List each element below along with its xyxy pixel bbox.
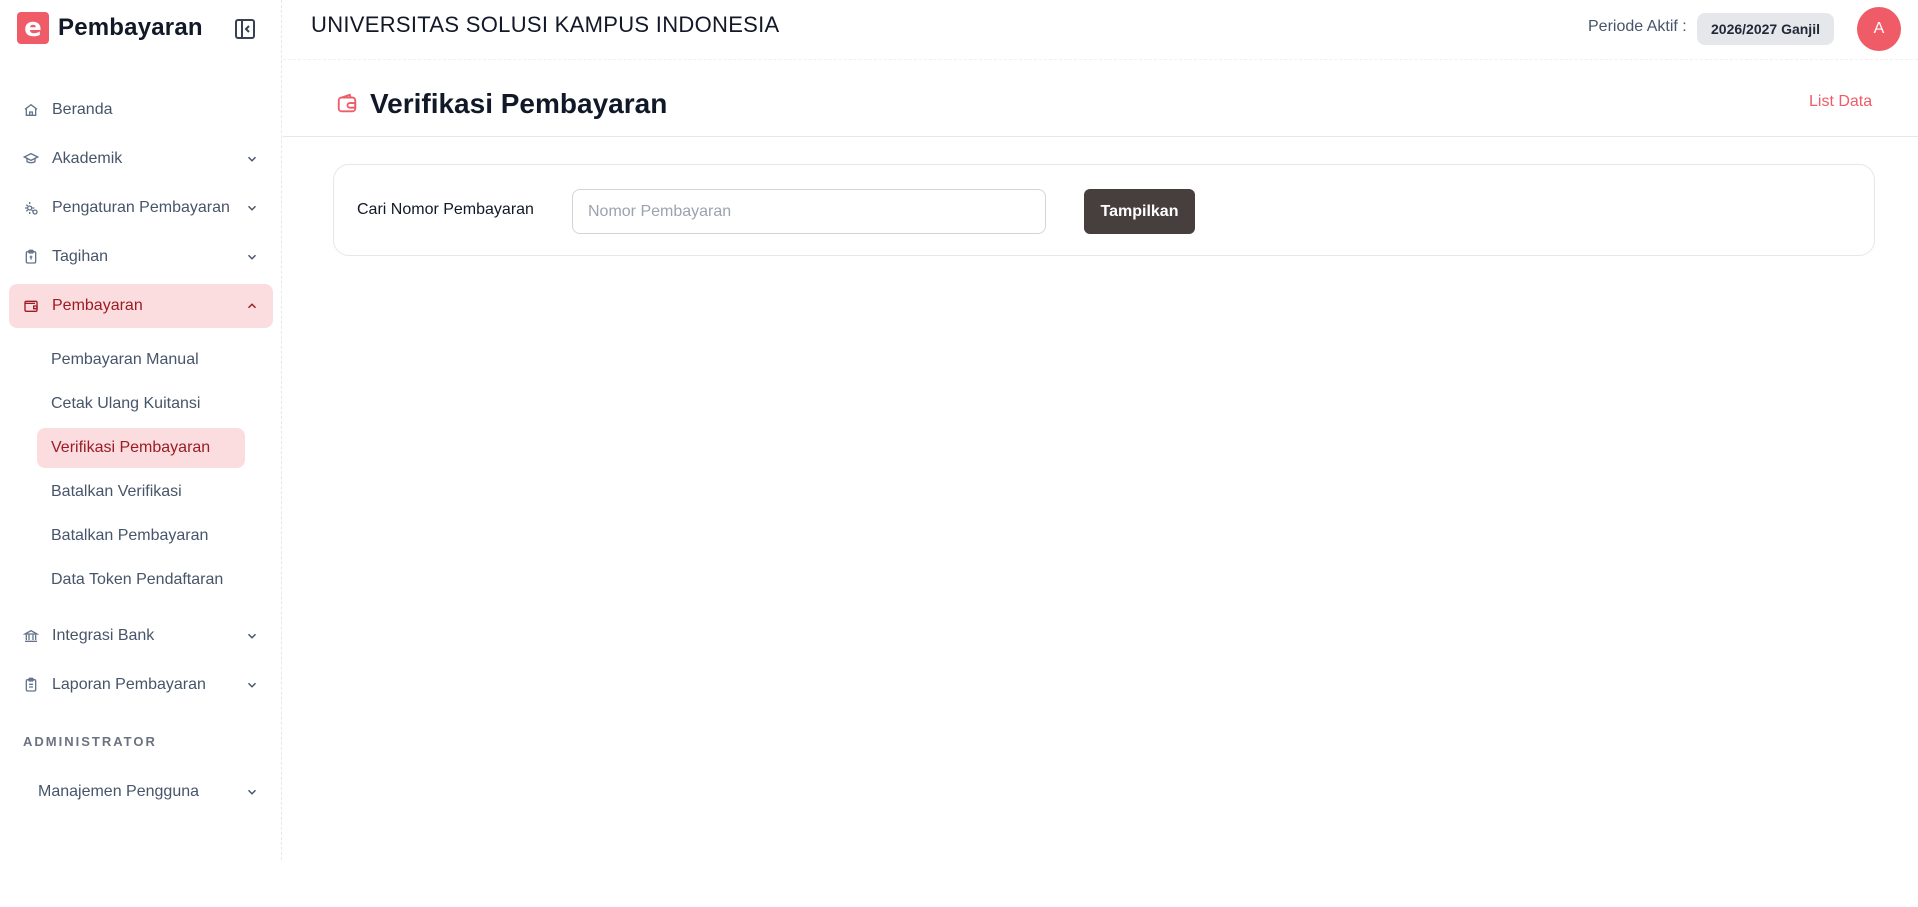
periode-label: Periode Aktif : xyxy=(1588,18,1687,35)
report-icon xyxy=(23,677,39,693)
brand[interactable]: e Pembayaran xyxy=(17,12,203,44)
submenu-item-batalkan-pembayaran[interactable]: Batalkan Pembayaran xyxy=(37,516,245,556)
periode-badge: 2026/2027 Ganjil xyxy=(1697,13,1834,45)
submenu-item-cetak-ulang-kuitansi[interactable]: Cetak Ulang Kuitansi xyxy=(37,384,245,424)
sidebar-item-label: Akademik xyxy=(52,150,123,167)
chevron-down-icon xyxy=(245,629,259,643)
sidebar-collapse-icon[interactable] xyxy=(233,17,257,41)
submenu-item-label: Data Token Pendaftaran xyxy=(51,571,224,588)
chevron-down-icon xyxy=(245,678,259,692)
clipboard-icon xyxy=(23,249,39,265)
submenu-item-pembayaran-manual[interactable]: Pembayaran Manual xyxy=(37,340,245,380)
chevron-up-icon xyxy=(245,299,259,313)
sidebar: e Pembayaran Beranda Akademik Pengaturan… xyxy=(0,0,282,860)
chevron-down-icon xyxy=(245,785,259,799)
submenu-item-label: Batalkan Verifikasi xyxy=(51,483,182,500)
submenu-item-data-token-pendaftaran[interactable]: Data Token Pendaftaran xyxy=(37,560,245,600)
sidebar-item-integrasi-bank[interactable]: Integrasi Bank xyxy=(9,614,273,658)
wallet-icon xyxy=(336,93,358,115)
wallet-icon xyxy=(23,298,39,314)
sidebar-item-pembayaran[interactable]: Pembayaran xyxy=(9,284,273,328)
sidebar-item-akademik[interactable]: Akademik xyxy=(9,137,273,181)
sidebar-item-tagihan[interactable]: Tagihan xyxy=(9,235,273,279)
university-name: UNIVERSITAS SOLUSI KAMPUS INDONESIA xyxy=(311,12,780,37)
sidebar-item-label: Integrasi Bank xyxy=(52,627,155,644)
chevron-down-icon xyxy=(245,152,259,166)
sidebar-item-pengaturan-pembayaran[interactable]: Pengaturan Pembayaran xyxy=(9,186,273,230)
search-label: Cari Nomor Pembayaran xyxy=(357,201,534,218)
avatar[interactable]: A xyxy=(1857,7,1901,51)
submenu-item-label: Cetak Ulang Kuitansi xyxy=(51,395,201,412)
sidebar-item-label: Laporan Pembayaran xyxy=(52,676,206,693)
payment-number-input[interactable] xyxy=(572,189,1046,234)
chevron-down-icon xyxy=(245,250,259,264)
submenu-item-label: Batalkan Pembayaran xyxy=(51,527,209,544)
submenu-item-verifikasi-pembayaran[interactable]: Verifikasi Pembayaran xyxy=(37,428,245,468)
top-bar: UNIVERSITAS SOLUSI KAMPUS INDONESIA Peri… xyxy=(283,0,1918,60)
home-icon xyxy=(23,102,39,118)
page-title: Verifikasi Pembayaran xyxy=(370,88,668,119)
graduation-cap-icon xyxy=(23,151,39,167)
section-label-administrator: ADMINISTRATOR xyxy=(23,734,157,749)
submenu-item-label: Pembayaran Manual xyxy=(51,351,199,368)
sidebar-item-laporan-pembayaran[interactable]: Laporan Pembayaran xyxy=(9,663,273,707)
list-data-link[interactable]: List Data xyxy=(1809,93,1872,111)
sidebar-item-label: Manajemen Pengguna xyxy=(38,783,200,800)
submenu-item-label: Verifikasi Pembayaran xyxy=(51,439,211,456)
search-card: Cari Nomor Pembayaran Tampilkan xyxy=(333,164,1875,256)
sidebar-item-label: Pengaturan Pembayaran xyxy=(52,199,230,216)
chevron-down-icon xyxy=(245,201,259,215)
submenu-item-batalkan-verifikasi[interactable]: Batalkan Verifikasi xyxy=(37,472,245,512)
app-logo-icon: e xyxy=(17,12,49,44)
settings-payment-icon xyxy=(23,200,39,216)
bank-icon xyxy=(23,628,39,644)
sidebar-item-label: Beranda xyxy=(52,101,113,118)
sidebar-item-beranda[interactable]: Beranda xyxy=(9,88,273,132)
page-header: Verifikasi Pembayaran List Data xyxy=(283,61,1918,137)
sidebar-item-label: Pembayaran xyxy=(52,297,143,314)
tampilkan-button[interactable]: Tampilkan xyxy=(1084,189,1195,234)
sidebar-item-manajemen-pengguna[interactable]: Manajemen Pengguna xyxy=(9,770,273,814)
sidebar-item-label: Tagihan xyxy=(52,248,109,265)
app-title: Pembayaran xyxy=(58,14,203,41)
